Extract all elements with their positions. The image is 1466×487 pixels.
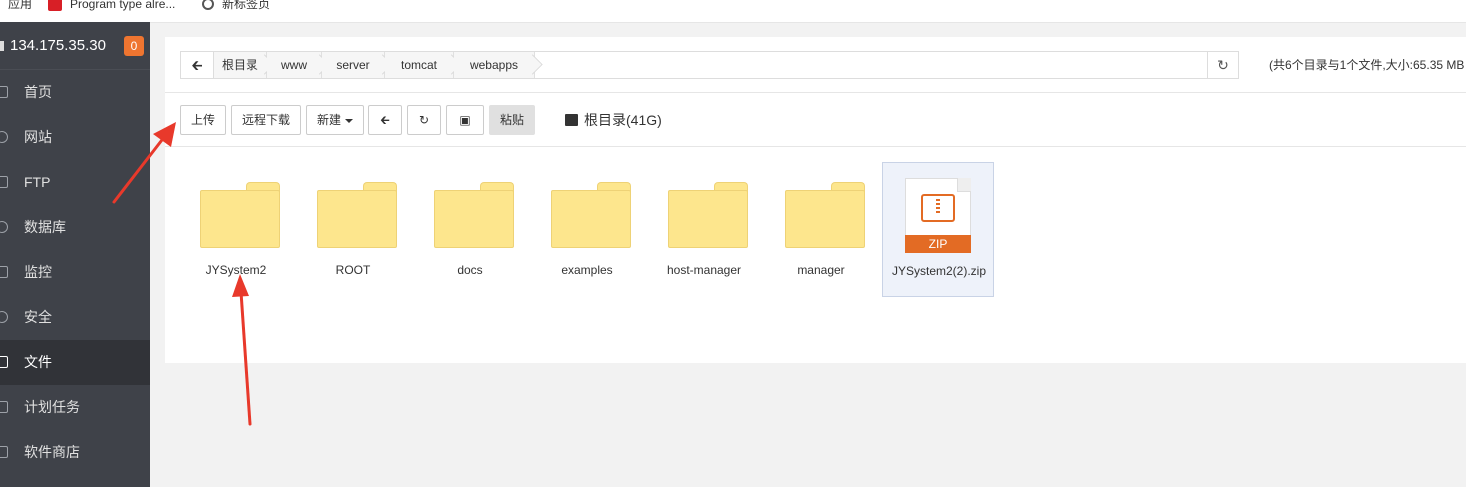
sidebar-item-database[interactable]: 数据库	[0, 205, 150, 250]
bookmark-program-label: Program type alre...	[70, 0, 176, 11]
breadcrumb-label: tomcat	[400, 58, 437, 72]
caret-down-icon	[345, 118, 353, 123]
file-name: ROOT	[335, 263, 371, 277]
file-item-folder[interactable]: docs	[414, 162, 526, 297]
arrow-left-icon: 🡰	[191, 57, 203, 73]
path-bar: 🡰 根目录 www server tomcat webapps	[180, 51, 1222, 79]
hard-drive-icon	[565, 114, 578, 127]
folder-icon	[0, 356, 8, 368]
file-item-folder[interactable]: examples	[531, 162, 643, 297]
folder-icon	[668, 182, 748, 248]
bookmark-favicon-icon	[48, 0, 62, 11]
server-header: 134.175.35.30 0	[0, 22, 150, 70]
grid-icon	[0, 446, 8, 458]
back-button[interactable]: 🡰	[368, 105, 402, 135]
sidebar-item-label: 网站	[24, 129, 52, 145]
folder-icon	[317, 182, 397, 248]
path-refresh-button[interactable]: ↻	[1207, 51, 1239, 79]
file-item-folder[interactable]: JYSystem2	[180, 162, 292, 297]
bookmark-newtab[interactable]: 新标签页	[202, 0, 270, 14]
file-item-folder[interactable]: ROOT	[297, 162, 409, 297]
file-name: host-manager	[666, 263, 742, 277]
notification-badge[interactable]: 0	[124, 36, 144, 56]
database-icon	[0, 221, 8, 233]
file-name: JYSystem2(2).zip	[891, 264, 987, 278]
sidebar-item-cron[interactable]: 计划任务	[0, 385, 150, 430]
sidebar-item-label: 安全	[24, 309, 52, 325]
sidebar: 134.175.35.30 0 首页 网站 FTP 数据库 监控 安全 文件 计…	[0, 22, 150, 487]
sidebar-item-label: FTP	[24, 174, 51, 190]
file-name: JYSystem2	[205, 263, 267, 277]
chevron-right-icon	[522, 54, 543, 75]
file-item-folder[interactable]: manager	[765, 162, 877, 297]
refresh-button[interactable]: ↻	[407, 105, 441, 135]
zip-file-icon: ZIP	[905, 178, 971, 253]
server-icon	[0, 41, 4, 51]
new-button-label: 新建	[316, 113, 341, 127]
sidebar-item-label: 监控	[24, 264, 52, 280]
globe-icon	[0, 131, 8, 143]
bookmark-apps[interactable]: 应用	[8, 0, 32, 14]
sidebar-item-monitor[interactable]: 监控	[0, 250, 150, 295]
ftp-icon	[0, 176, 8, 188]
file-item-folder[interactable]: host-manager	[648, 162, 760, 297]
bookmarks-bar: 应用 Program type alre... 新标签页	[0, 0, 1466, 23]
file-name: examples	[561, 263, 613, 277]
breadcrumb-root[interactable]: 根目录	[214, 52, 275, 78]
folder-icon	[551, 182, 631, 248]
file-manager-panel: 🡰 根目录 www server tomcat webapps ↻ (共6个目录…	[165, 37, 1466, 363]
sidebar-item-ftp[interactable]: FTP	[0, 160, 150, 205]
sidebar-item-security[interactable]: 安全	[0, 295, 150, 340]
sidebar-item-label: 首页	[24, 84, 52, 100]
disk-selector[interactable]: 根目录(41G)	[565, 105, 662, 135]
folder-icon	[434, 182, 514, 248]
calendar-icon	[0, 401, 8, 413]
file-name: manager	[797, 263, 845, 277]
home-icon	[0, 86, 8, 98]
zip-badge: ZIP	[905, 235, 971, 253]
breadcrumb-webapps[interactable]: webapps	[454, 52, 543, 78]
breadcrumb-label: www	[281, 58, 307, 72]
breadcrumb-server[interactable]: server	[322, 52, 393, 78]
breadcrumb-tomcat[interactable]: tomcat	[385, 52, 462, 78]
monitor-icon	[0, 266, 8, 278]
bookmark-newtab-label: 新标签页	[222, 0, 271, 11]
terminal-button[interactable]: ▣	[446, 105, 484, 135]
folder-icon	[200, 182, 280, 248]
folder-icon	[785, 182, 865, 248]
paste-button[interactable]: 粘贴	[489, 105, 535, 135]
terminal-icon: ▣	[459, 113, 471, 127]
sidebar-item-label: 文件	[24, 354, 52, 370]
globe-icon	[202, 0, 214, 10]
refresh-icon: ↻	[1217, 57, 1229, 73]
server-ip: 134.175.35.30	[10, 37, 106, 54]
breadcrumb-label: webapps	[469, 58, 519, 72]
file-name: docs	[457, 263, 483, 277]
sidebar-item-website[interactable]: 网站	[0, 115, 150, 160]
file-item-zip[interactable]: ZIP JYSystem2(2).zip	[882, 162, 994, 297]
refresh-icon: ↻	[418, 113, 430, 127]
breadcrumb-label: 根目录	[221, 58, 258, 72]
shield-icon	[0, 311, 8, 323]
sidebar-item-files[interactable]: 文件	[0, 340, 150, 385]
new-dropdown-button[interactable]: 新建	[306, 105, 364, 135]
divider	[165, 146, 1466, 147]
breadcrumb-label: server	[336, 58, 370, 72]
sidebar-item-label: 软件商店	[24, 444, 80, 460]
breadcrumb-www[interactable]: www	[267, 52, 330, 78]
directory-info: (共6个目录与1个文件,大小:65.35 MB	[1269, 58, 1465, 72]
path-back-button[interactable]: 🡰	[181, 52, 214, 78]
divider	[165, 92, 1466, 93]
upload-button[interactable]: 上传	[180, 105, 226, 135]
remote-download-button[interactable]: 远程下载	[231, 105, 301, 135]
sidebar-item-store[interactable]: 软件商店	[0, 430, 150, 475]
disk-label: 根目录(41G)	[584, 112, 662, 128]
sidebar-item-label: 计划任务	[24, 399, 80, 415]
sidebar-item-label: 数据库	[24, 219, 66, 235]
sidebar-item-home[interactable]: 首页	[0, 70, 150, 115]
arrow-left-icon: 🡰	[380, 113, 390, 127]
bookmark-program[interactable]: Program type alre...	[48, 0, 175, 14]
